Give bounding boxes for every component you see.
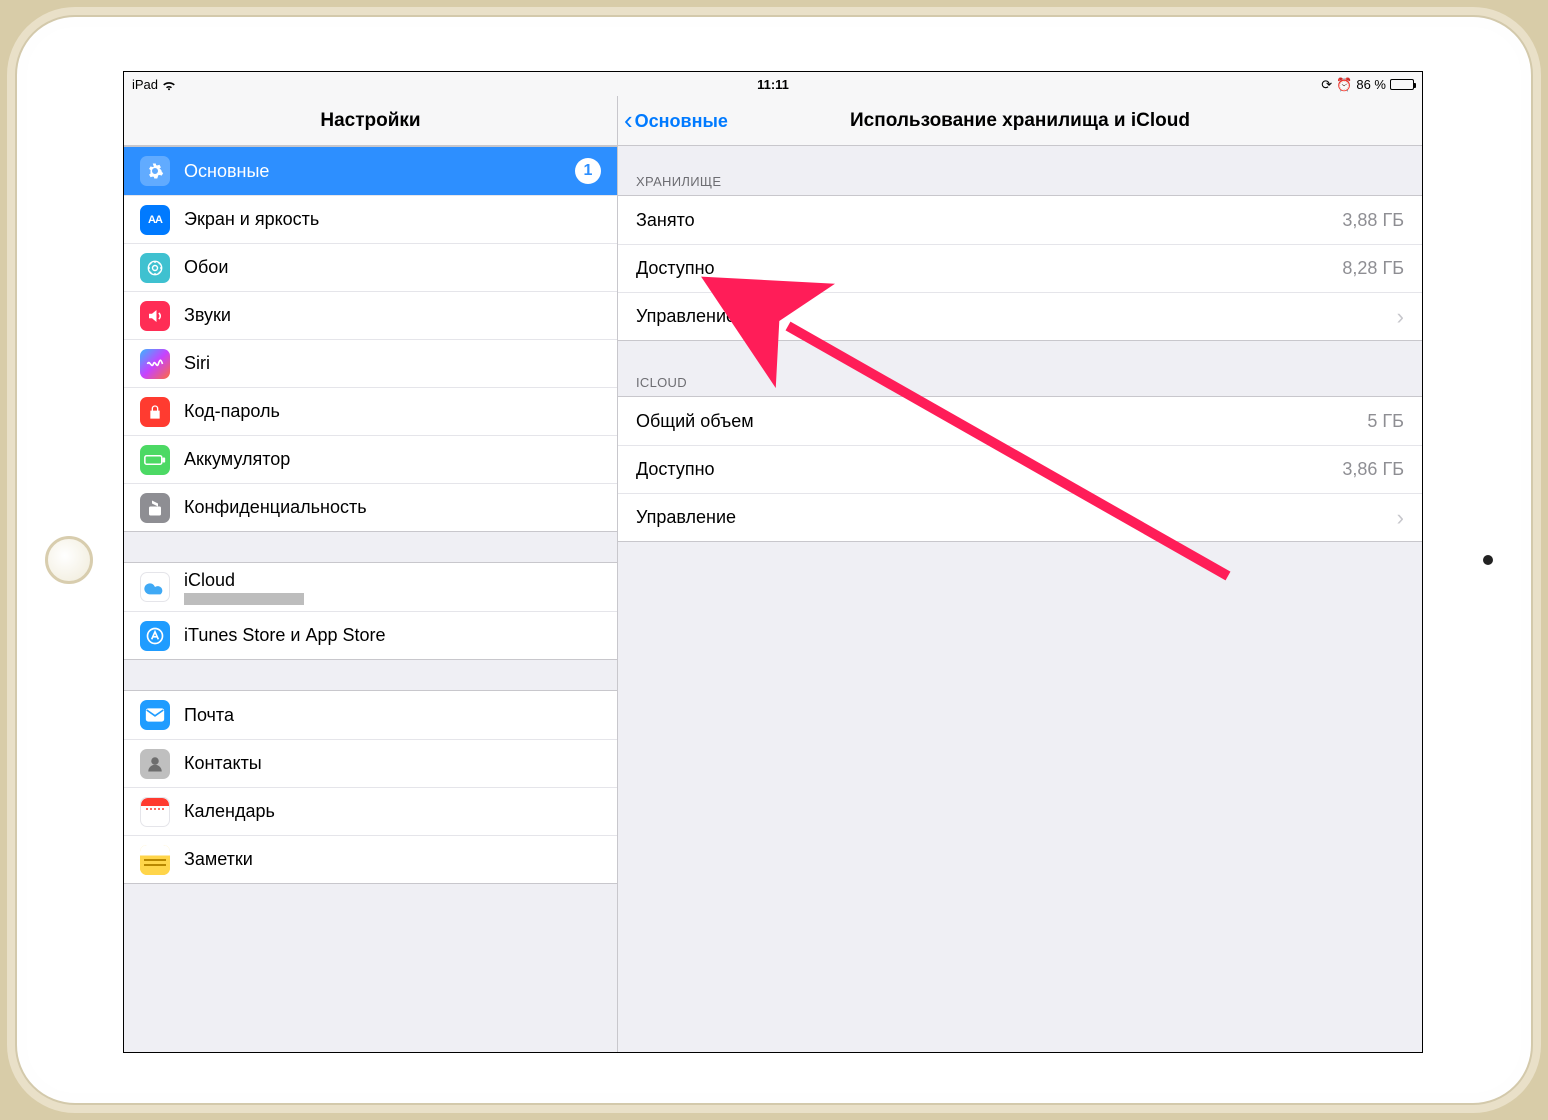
chevron-right-icon: › — [1397, 304, 1404, 330]
sidebar-item-calendar[interactable]: Календарь — [124, 787, 617, 835]
alarm-icon: ⏰ — [1336, 78, 1352, 91]
detail-row-доступно: Доступно 3,86 ГБ — [618, 445, 1422, 493]
status-bar: iPad 11:11 ⟳ ⏰ 86 % — [124, 72, 1422, 96]
cal-icon — [140, 797, 170, 827]
sidebar-item-label: Siri — [184, 353, 210, 374]
row-value: 3,88 ГБ — [1342, 210, 1404, 231]
wifi-icon — [162, 79, 176, 89]
status-device-label: iPad — [132, 77, 158, 92]
device-bezel: iPad 11:11 ⟳ ⏰ 86 % Настройки Основные 1 A… — [15, 15, 1533, 1105]
detail-pane: ‹ Основные Использование хранилища и iCl… — [618, 96, 1422, 1052]
detail-row-занято: Занято 3,88 ГБ — [618, 196, 1422, 244]
row-value: 5 ГБ — [1367, 411, 1404, 432]
sidebar-item-passcode[interactable]: Код-пароль — [124, 387, 617, 435]
status-time: 11:11 — [757, 77, 789, 92]
sidebar-item-battery[interactable]: Аккумулятор — [124, 435, 617, 483]
store-icon — [140, 621, 170, 651]
section-header: ICLOUD — [618, 369, 1422, 396]
sidebar-item-label: Обои — [184, 257, 228, 278]
sidebar-item-sounds[interactable]: Звуки — [124, 291, 617, 339]
sound-icon — [140, 301, 170, 331]
detail-row-доступно: Доступно 8,28 ГБ — [618, 244, 1422, 292]
sidebar-item-label: Почта — [184, 705, 234, 726]
front-camera — [1483, 555, 1493, 565]
chevron-right-icon: › — [1397, 505, 1404, 531]
batt-icon — [140, 445, 170, 475]
pass-icon — [140, 397, 170, 427]
sidebar-item-label: Код-пароль — [184, 401, 280, 422]
sidebar-item-label: Звуки — [184, 305, 231, 326]
chevron-left-icon: ‹ — [624, 107, 633, 133]
detail-row-управление[interactable]: Управление › — [618, 493, 1422, 541]
wall-icon — [140, 253, 170, 283]
section-header: ХРАНИЛИЩЕ — [618, 168, 1422, 195]
back-button[interactable]: ‹ Основные — [624, 96, 728, 146]
display-icon: AA — [140, 205, 170, 235]
row-value: 3,86 ГБ — [1342, 459, 1404, 480]
sidebar-item-label: Заметки — [184, 849, 253, 870]
sidebar-item-notes[interactable]: Заметки — [124, 835, 617, 883]
contacts-icon — [140, 749, 170, 779]
row-label: Занято — [636, 210, 695, 231]
notes-icon — [140, 845, 170, 875]
row-label: Управление — [636, 507, 736, 528]
battery-percent: 86 % — [1356, 77, 1386, 92]
sidebar-item-siri[interactable]: Siri — [124, 339, 617, 387]
orientation-lock-icon: ⟳ — [1321, 78, 1332, 91]
sidebar-item-display[interactable]: AA Экран и яркость — [124, 195, 617, 243]
settings-sidebar: Настройки Основные 1 AA Экран и яркость Обои… — [124, 96, 618, 1052]
siri-icon — [140, 349, 170, 379]
sidebar-item-general[interactable]: Основные 1 — [124, 147, 617, 195]
row-label: Управление — [636, 306, 736, 327]
sidebar-item-label: Экран и яркость — [184, 209, 319, 230]
screen: iPad 11:11 ⟳ ⏰ 86 % Настройки Основные 1 A… — [123, 71, 1423, 1053]
sidebar-title: Настройки — [124, 96, 617, 146]
sidebar-item-store[interactable]: iTunes Store и App Store — [124, 611, 617, 659]
battery-icon — [1390, 79, 1414, 90]
sidebar-item-label: Основные — [184, 161, 269, 182]
cloud-icon — [140, 572, 170, 602]
sidebar-item-icloud[interactable]: iCloud — [124, 563, 617, 611]
row-label: Доступно — [636, 258, 715, 279]
detail-row-управление[interactable]: Управление › — [618, 292, 1422, 340]
detail-title: Использование хранилища и iCloud — [850, 110, 1190, 132]
row-label: Общий объем — [636, 411, 754, 432]
sidebar-item-label: Конфиденциальность — [184, 497, 367, 518]
priv-icon — [140, 493, 170, 523]
back-label: Основные — [635, 111, 728, 132]
row-value: 8,28 ГБ — [1342, 258, 1404, 279]
detail-header: ‹ Основные Использование хранилища и iCl… — [618, 96, 1422, 146]
mail-icon — [140, 700, 170, 730]
sidebar-item-label: Аккумулятор — [184, 449, 290, 470]
sidebar-item-label: iTunes Store и App Store — [184, 625, 386, 646]
sidebar-item-wallpaper[interactable]: Обои — [124, 243, 617, 291]
home-button[interactable] — [45, 536, 93, 584]
sidebar-item-label: iCloud — [184, 570, 304, 591]
sidebar-item-privacy[interactable]: Конфиденциальность — [124, 483, 617, 531]
sidebar-item-label: Календарь — [184, 801, 275, 822]
redacted-text — [184, 593, 304, 605]
sidebar-item-contacts[interactable]: Контакты — [124, 739, 617, 787]
sidebar-item-label: Контакты — [184, 753, 262, 774]
badge: 1 — [575, 158, 601, 184]
row-label: Доступно — [636, 459, 715, 480]
detail-row-общий-объем: Общий объем 5 ГБ — [618, 397, 1422, 445]
sidebar-item-mail[interactable]: Почта — [124, 691, 617, 739]
gear-icon — [140, 156, 170, 186]
